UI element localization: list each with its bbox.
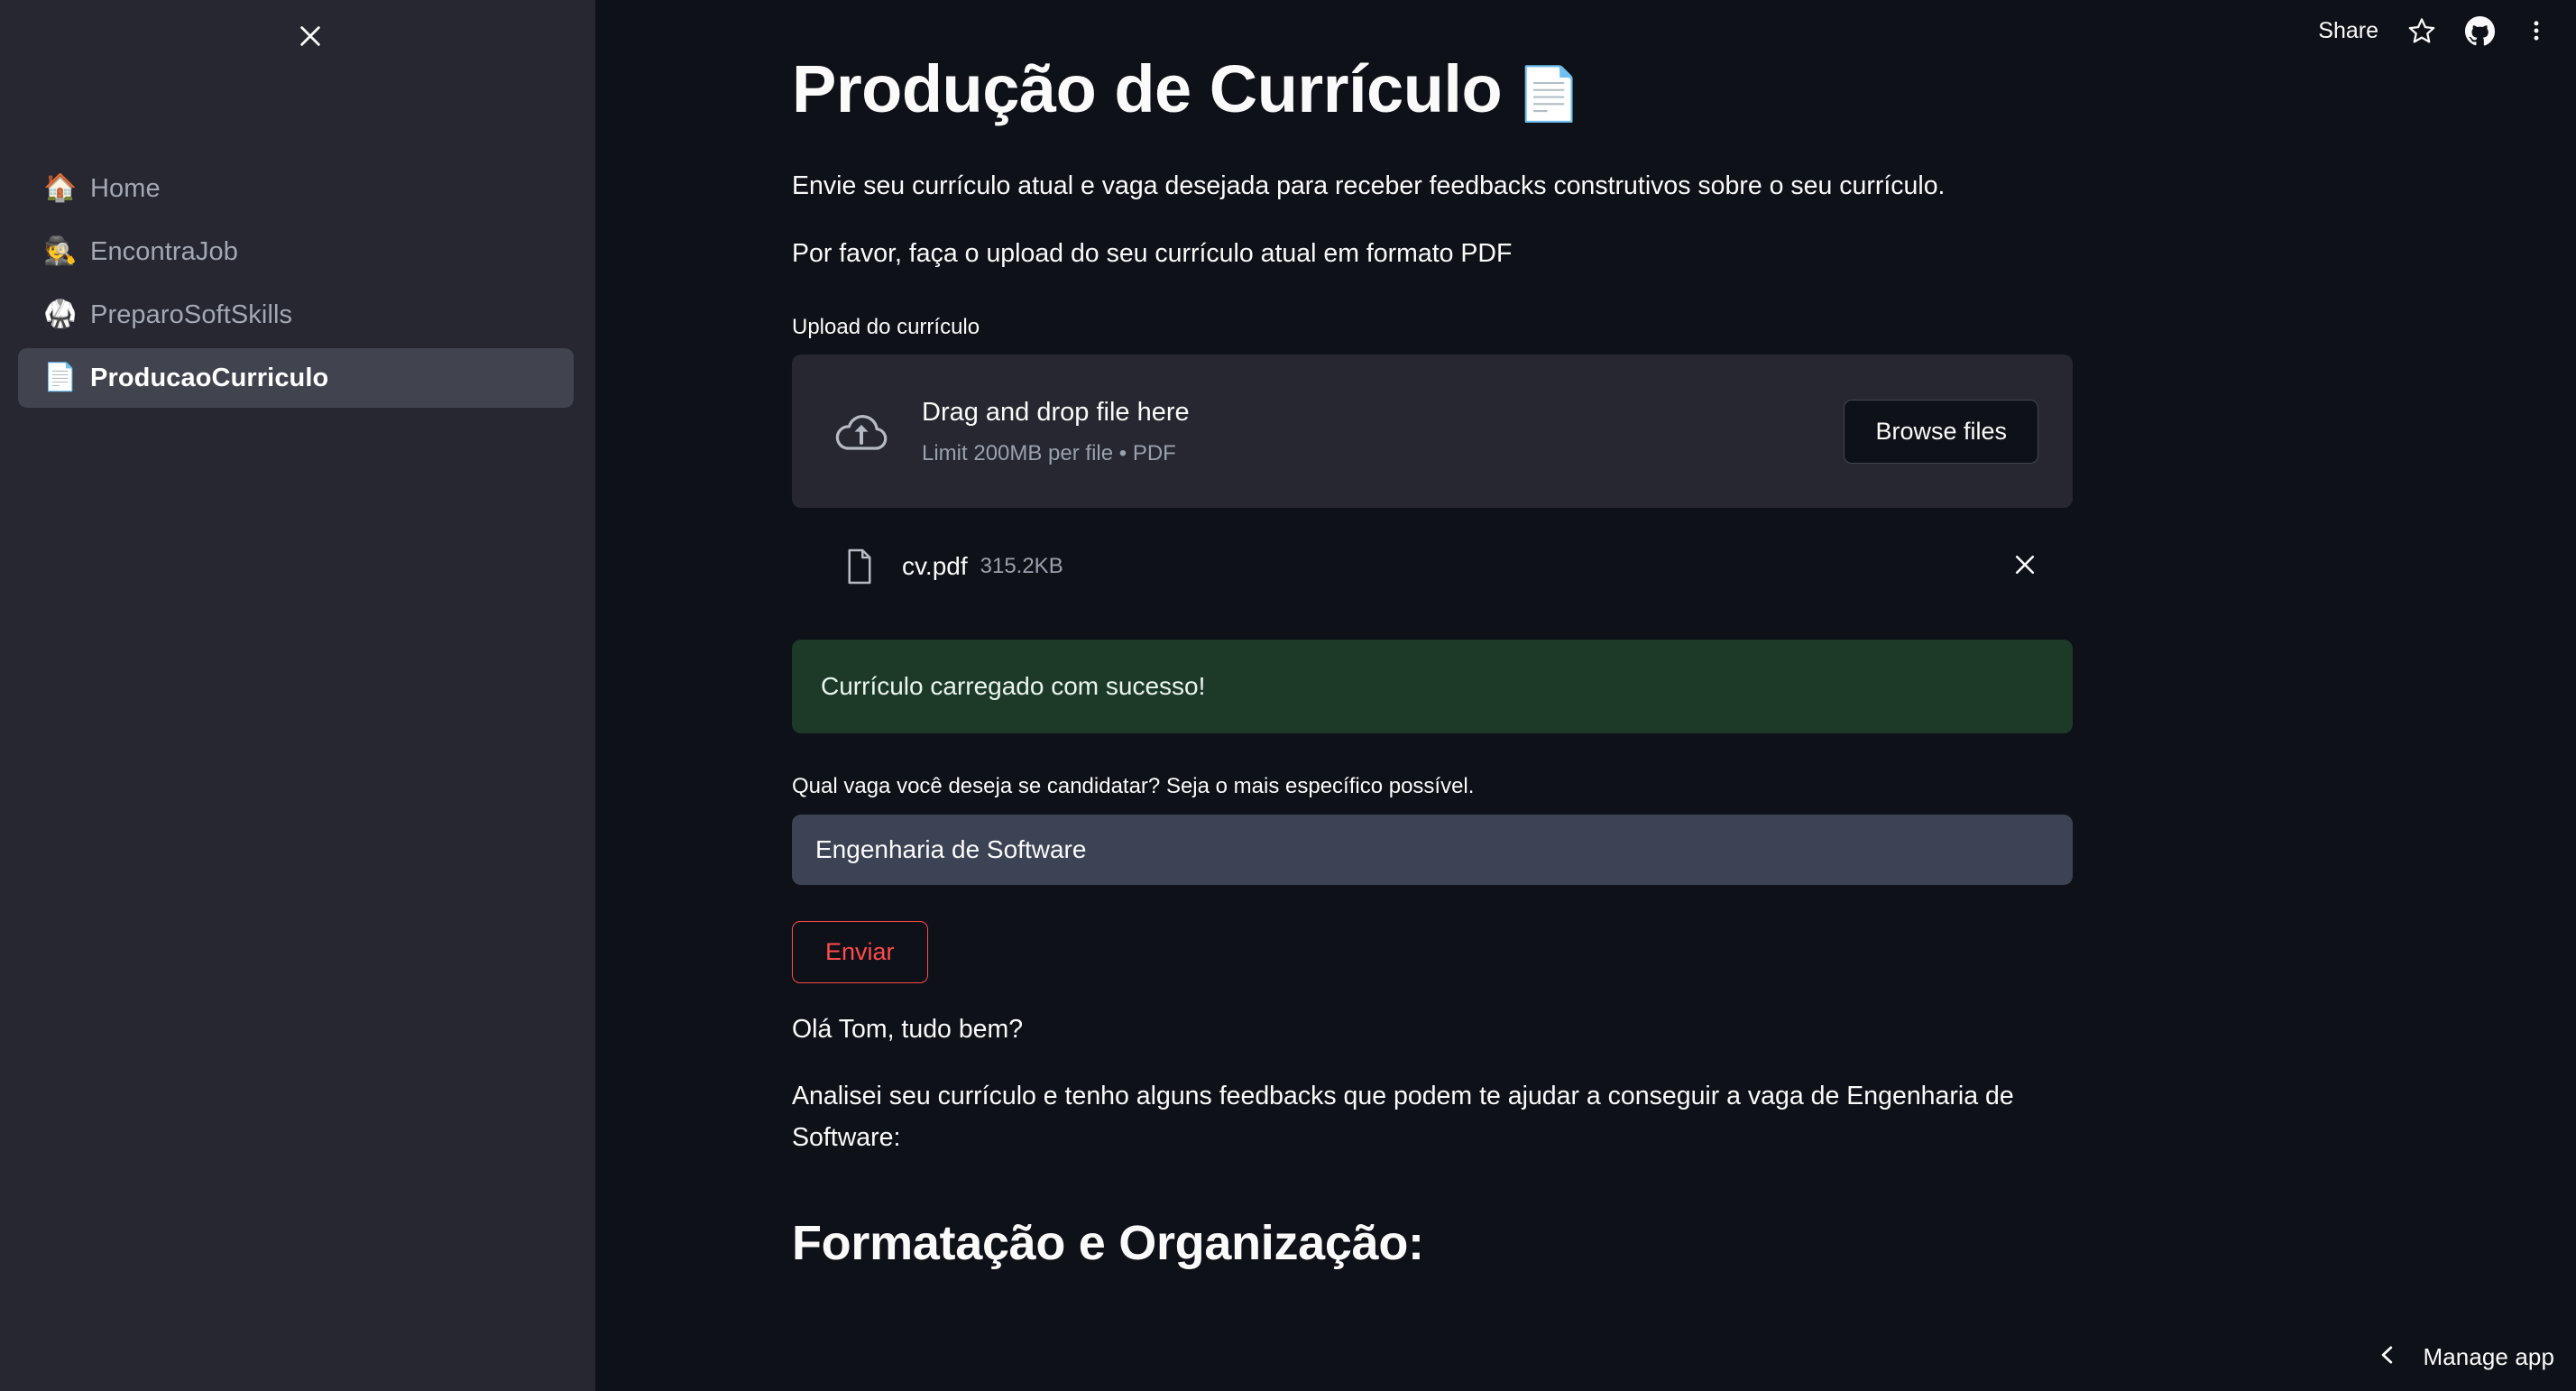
close-icon (296, 22, 325, 55)
sidebar-item-label: PreparoSoftSkills (90, 299, 293, 329)
page-title-text: Produção de Currículo (792, 51, 1503, 126)
house-icon: 🏠 (43, 172, 78, 204)
uploader-drag-text: Drag and drop file here (922, 397, 1190, 427)
share-button-label: Share (2318, 17, 2378, 43)
manage-app-button[interactable]: Manage app (2349, 1322, 2576, 1391)
martial-arts-uniform-icon: 🥋 (43, 299, 78, 330)
sidebar-close-button[interactable] (285, 13, 336, 63)
top-toolbar: Share (2304, 0, 2576, 61)
remove-file-button[interactable] (2001, 542, 2049, 591)
favorite-button[interactable] (2393, 5, 2451, 56)
manage-app-label: Manage app (2423, 1342, 2554, 1370)
detective-icon: 🕵 (43, 235, 78, 267)
instruction-paragraph: Por favor, faça o upload do seu currícul… (792, 238, 1513, 268)
uploaded-file-row: cv.pdf 315.2KB (792, 526, 2073, 607)
cloud-upload-icon (828, 410, 895, 453)
chevron-left-icon (2376, 1341, 2399, 1373)
page-facing-up-icon: 📄 (43, 362, 78, 393)
streamlit-app: 🏠 Home 🕵 EncontraJob 🥋 PreparoSoftSkills… (0, 0, 2576, 1391)
vaga-input[interactable] (792, 814, 2073, 885)
sidebar-item-preparosoftskills[interactable]: 🥋 PreparoSoftSkills (18, 285, 574, 345)
analysis-paragraph: Analisei seu currículo e tenho alguns fe… (792, 1082, 2014, 1153)
page-content: Produção de Currículo 📄 Envie seu curríc… (595, 0, 2576, 1273)
sidebar: 🏠 Home 🕵 EncontraJob 🥋 PreparoSoftSkills… (0, 0, 595, 1391)
page-title: Produção de Currículo 📄 (792, 52, 2073, 140)
sidebar-item-encontrajob[interactable]: 🕵 EncontraJob (18, 222, 574, 281)
sidebar-navigation: 🏠 Home 🕵 EncontraJob 🥋 PreparoSoftSkills… (18, 159, 574, 408)
page-facing-up-icon: 📄 (1516, 63, 1581, 124)
github-button[interactable] (2451, 5, 2509, 56)
submit-button[interactable]: Enviar (792, 920, 928, 983)
browse-files-button[interactable]: Browse files (1844, 399, 2038, 464)
github-icon (2465, 15, 2495, 46)
vaga-input-label: Qual vaga você deseja se candidatar? Sej… (792, 774, 1475, 799)
share-button[interactable]: Share (2304, 5, 2393, 56)
file-uploader-dropzone[interactable]: Drag and drop file here Limit 200MB per … (792, 355, 2073, 509)
sidebar-item-home[interactable]: 🏠 Home (18, 159, 574, 218)
section-heading-formatacao: Formatação e Organização: (792, 1216, 1424, 1271)
uploader-limit-text: Limit 200MB per file • PDF (922, 440, 1176, 465)
greeting-paragraph: Olá Tom, tudo bem? (792, 1014, 1024, 1044)
uploaded-file-size: 315.2KB (980, 554, 1063, 579)
sidebar-item-label: EncontraJob (90, 236, 238, 266)
close-icon (2011, 551, 2038, 583)
sidebar-item-label: ProducaoCurriculo (90, 363, 329, 392)
uploader-label: Upload do currículo (792, 314, 980, 339)
sidebar-item-producaocurriculo[interactable]: 📄 ProducaoCurriculo (18, 348, 574, 408)
star-icon (2407, 16, 2436, 45)
success-alert: Currículo carregado com sucesso! (792, 640, 2073, 734)
more-vertical-icon (2524, 16, 2549, 45)
uploaded-file-name: cv.pdf (902, 552, 968, 581)
main-menu-button[interactable] (2509, 5, 2563, 56)
success-alert-text: Currículo carregado com sucesso! (821, 672, 1206, 701)
file-icon (837, 548, 882, 585)
main-content-area: Share Produção de Currículo 📄 Envie seu … (595, 0, 2576, 1391)
sidebar-item-label: Home (90, 173, 161, 203)
intro-paragraph: Envie seu currículo atual e vaga desejad… (792, 171, 1946, 201)
